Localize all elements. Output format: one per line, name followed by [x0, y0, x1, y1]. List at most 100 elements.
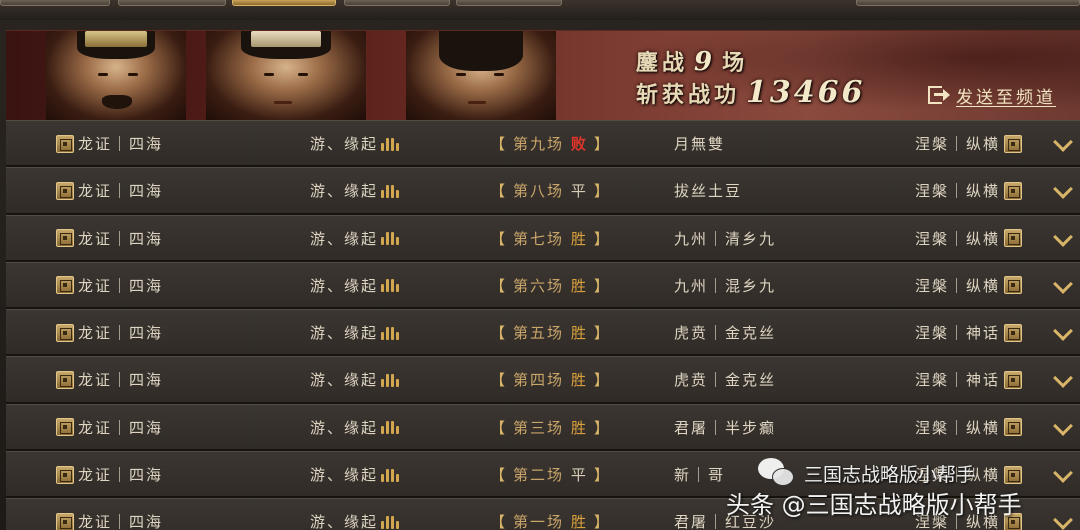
wechat-icon	[758, 458, 796, 488]
chevron-down-icon[interactable]	[1053, 368, 1073, 389]
left-team: 龙证｜四海	[56, 405, 163, 450]
battle-summary-banner: 鏖战 9 场 斩获战功 13466 发送至频道	[6, 30, 1080, 120]
chevron-down-icon[interactable]	[1053, 273, 1073, 294]
round-label: 【 第二场 平 】	[490, 466, 611, 485]
mid-team-name: 游、缘起	[310, 324, 379, 343]
league-badge-icon	[1004, 134, 1023, 153]
right-team: 涅槃｜纵横	[915, 216, 1023, 261]
round-result: 平	[570, 466, 588, 485]
opponent-name: 九州｜清乡九	[674, 229, 777, 248]
clan-crest-icon	[380, 231, 400, 246]
right-team: 涅槃｜纵横	[915, 263, 1023, 308]
battle-record-row[interactable]: 龙证｜四海 游、缘起 【 第六场 胜 】 九州｜混乡九 涅槃｜纵横	[6, 261, 1080, 310]
mid-team: 游、缘起	[310, 357, 400, 402]
round-number: 第九场	[513, 135, 565, 153]
league-badge-icon	[56, 465, 74, 484]
chevron-down-icon[interactable]	[1053, 321, 1073, 342]
left-team: 龙证｜四海	[56, 263, 163, 308]
battles-count: 鏖战 9 场	[636, 47, 749, 77]
tab-1[interactable]	[0, 0, 110, 6]
round-number: 第七场	[513, 229, 565, 248]
round-number: 第三场	[513, 418, 565, 437]
mid-team: 游、缘起	[310, 121, 400, 166]
left-team-name: 龙证｜四海	[78, 513, 164, 530]
league-badge-icon	[56, 134, 74, 153]
watermark-wechat: 三国志战略版小帮手	[758, 458, 975, 488]
right-team: 涅槃｜纵横	[915, 121, 1023, 166]
battle-record-row[interactable]: 龙证｜四海 游、缘起 【 第五场 胜 】 虎贲｜金克丝 涅槃｜神话	[6, 309, 1080, 357]
round-number: 第五场	[513, 324, 565, 343]
general-portrait-3	[406, 31, 556, 120]
left-team: 龙证｜四海	[56, 357, 163, 402]
battle-record-row[interactable]: 龙证｜四海 游、缘起 【 第八场 平 】 拔丝土豆 涅槃｜纵横	[6, 167, 1080, 215]
clan-crest-icon	[380, 468, 400, 482]
round-label: 【 第七场 胜 】	[490, 229, 611, 248]
left-team-name: 龙证｜四海	[78, 276, 164, 295]
mid-team: 游、缘起	[310, 263, 400, 308]
chevron-down-icon[interactable]	[1053, 132, 1073, 152]
tab-3-active[interactable]	[232, 0, 336, 6]
round-result: 胜	[570, 324, 588, 343]
right-team-name: 涅槃｜神话	[915, 324, 1001, 343]
left-team-name: 龙证｜四海	[78, 324, 164, 343]
round-number: 第八场	[513, 182, 565, 201]
clan-crest-icon	[380, 373, 400, 387]
clan-crest-icon	[380, 515, 400, 529]
right-team: 涅槃｜纵横	[915, 405, 1023, 450]
round-number: 第四场	[513, 371, 565, 390]
round-result: 胜	[570, 513, 588, 530]
chevron-down-icon[interactable]	[1053, 415, 1073, 436]
left-team-name: 龙证｜四海	[78, 182, 164, 201]
clan-crest-icon	[380, 326, 400, 340]
mid-team: 游、缘起	[310, 405, 400, 450]
left-team: 龙证｜四海	[56, 121, 163, 166]
chevron-down-icon[interactable]	[1053, 463, 1073, 483]
chevron-down-icon[interactable]	[1053, 179, 1073, 200]
round-result: 平	[570, 182, 588, 201]
left-team: 龙证｜四海	[56, 216, 163, 261]
mid-team-name: 游、缘起	[310, 513, 379, 530]
left-team-name: 龙证｜四海	[78, 135, 164, 153]
battle-record-screen: 鏖战9场 斩获战功13466 发送至频道 龙证｜四海 游、缘起 【 第九场	[0, 0, 1080, 530]
clan-crest-icon	[380, 420, 400, 435]
battle-record-row[interactable]: 龙证｜四海 游、缘起 【 第七场 胜 】 九州｜清乡九 涅槃｜纵横	[6, 214, 1080, 262]
mid-team-name: 游、缘起	[310, 418, 379, 437]
league-badge-icon	[56, 276, 74, 295]
mid-team: 游、缘起	[310, 216, 400, 261]
round-label: 【 第九场 败 】	[490, 135, 611, 153]
opponent-name: 虎贲｜金克丝	[674, 371, 777, 390]
round-result: 败	[570, 135, 588, 153]
round-number: 第六场	[513, 276, 565, 295]
round-result: 胜	[570, 276, 588, 295]
opponent-name: 月無雙	[674, 135, 726, 153]
left-team-name: 龙证｜四海	[78, 371, 164, 390]
battle-record-row[interactable]: 龙证｜四海 游、缘起 【 第九场 败 】 月無雙 涅槃｜纵横	[6, 120, 1080, 168]
chevron-down-icon[interactable]	[1053, 226, 1073, 247]
round-label: 【 第五场 胜 】	[490, 324, 611, 343]
send-to-channel-button[interactable]: 发送至频道	[928, 81, 1056, 109]
mid-team-name: 游、缘起	[310, 182, 379, 201]
round-result: 胜	[570, 371, 588, 390]
mid-team: 游、缘起	[310, 452, 400, 497]
mid-team: 游、缘起	[310, 168, 400, 213]
league-badge-icon	[56, 323, 74, 342]
left-team: 龙证｜四海	[56, 452, 163, 497]
battle-record-row[interactable]: 龙证｜四海 游、缘起 【 第三场 胜 】 君屠｜半步癫 涅槃｜纵横	[6, 403, 1080, 452]
league-badge-icon	[1004, 229, 1023, 248]
tab-5[interactable]	[456, 0, 562, 6]
round-label: 【 第六场 胜 】	[490, 276, 611, 295]
mid-team-name: 游、缘起	[310, 229, 379, 248]
opponent-name: 九州｜混乡九	[674, 276, 777, 295]
tab-2[interactable]	[118, 0, 226, 6]
round-result: 胜	[570, 418, 588, 437]
tab-6[interactable]	[856, 0, 1080, 6]
battle-record-row[interactable]: 龙证｜四海 游、缘起 【 第四场 胜 】 虎贲｜金克丝 涅槃｜神话	[6, 356, 1080, 404]
clan-crest-icon	[380, 137, 400, 151]
tab-4[interactable]	[344, 0, 450, 6]
right-team-name: 涅槃｜纵横	[915, 182, 1001, 201]
general-portrait-2	[206, 31, 366, 120]
chevron-down-icon[interactable]	[1053, 510, 1073, 530]
round-result: 胜	[570, 229, 588, 248]
league-badge-icon	[56, 181, 74, 200]
mid-team: 游、缘起	[310, 310, 400, 355]
